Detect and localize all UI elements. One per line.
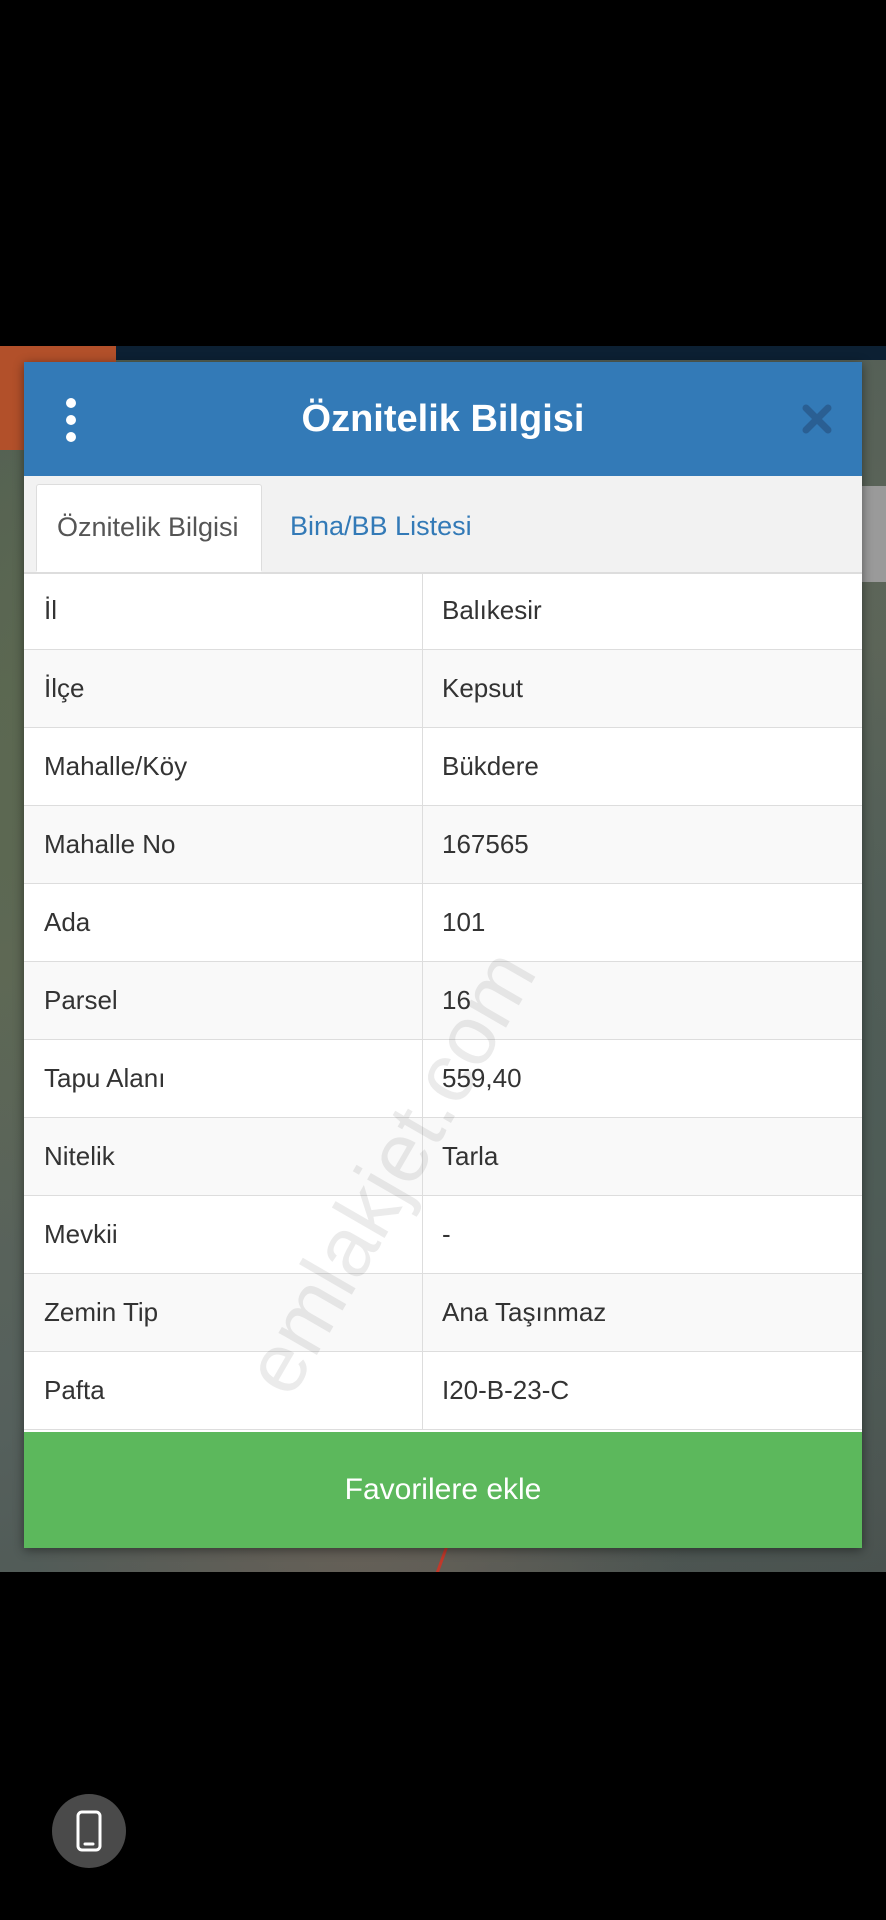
attribute-value: 167565 xyxy=(442,829,529,859)
column-divider xyxy=(422,1274,423,1352)
close-icon[interactable] xyxy=(800,402,834,436)
tab-bar: Öznitelik Bilgisi Bina/BB Listesi xyxy=(24,476,862,574)
attribute-key: Pafta xyxy=(44,1375,105,1405)
attribute-info-dialog: Öznitelik Bilgisi Öznitelik Bilgisi Bina… xyxy=(24,362,862,1548)
table-row: Mahalle No 167565 xyxy=(24,806,862,884)
column-divider xyxy=(422,1196,423,1274)
table-row: Ada 101 xyxy=(24,884,862,962)
table-row: İl Balıkesir xyxy=(24,572,862,650)
map-toolbar xyxy=(0,346,886,360)
table-row: Nitelik Tarla xyxy=(24,1118,862,1196)
attribute-value: 101 xyxy=(442,907,486,937)
attribute-value: - xyxy=(442,1219,451,1249)
column-divider xyxy=(422,572,423,650)
column-divider xyxy=(422,962,423,1040)
add-to-favorites-button[interactable]: Favorilere ekle xyxy=(24,1432,862,1548)
table-row: Parsel 16 xyxy=(24,962,862,1040)
attribute-key: Tapu Alanı xyxy=(44,1063,166,1093)
attribute-value: 16 xyxy=(442,985,471,1015)
attribute-value: Balıkesir xyxy=(442,595,542,625)
attribute-key: Zemin Tip xyxy=(44,1297,159,1327)
map-side-control[interactable] xyxy=(862,486,886,582)
column-divider xyxy=(422,650,423,728)
column-divider xyxy=(422,1040,423,1118)
table-row: Tapu Alanı 559,40 xyxy=(24,1040,862,1118)
attribute-key: İlçe xyxy=(44,673,85,703)
column-divider xyxy=(422,1352,423,1430)
column-divider xyxy=(422,806,423,884)
attribute-key: Nitelik xyxy=(44,1141,115,1171)
table-row: Zemin Tip Ana Taşınmaz xyxy=(24,1274,862,1352)
dialog-header: Öznitelik Bilgisi xyxy=(24,362,862,476)
attribute-value: I20-B-23-C xyxy=(442,1375,570,1405)
table-row: Mevkii - xyxy=(24,1196,862,1274)
table-row: Pafta I20-B-23-C xyxy=(24,1352,862,1430)
attribute-value: Bükdere xyxy=(442,751,539,781)
phone-icon[interactable] xyxy=(52,1794,126,1868)
column-divider xyxy=(422,884,423,962)
tab-building-list[interactable]: Bina/BB Listesi xyxy=(270,484,492,572)
attribute-key: Mahalle No xyxy=(44,829,176,859)
attribute-value: 559,40 xyxy=(442,1063,522,1093)
attribute-key: Ada xyxy=(44,907,91,937)
column-divider xyxy=(422,1118,423,1196)
dialog-title: Öznitelik Bilgisi xyxy=(301,398,585,440)
attribute-key: Mahalle/Köy xyxy=(44,751,188,781)
tab-attribute-info[interactable]: Öznitelik Bilgisi xyxy=(36,484,262,572)
attribute-value: Ana Taşınmaz xyxy=(442,1297,607,1327)
attribute-value: Kepsut xyxy=(442,673,523,703)
attribute-key: Parsel xyxy=(44,985,118,1015)
attribute-table: İl Balıkesir İlçe Kepsut Mahalle/Köy Bük… xyxy=(24,572,862,1430)
attribute-key: Mevkii xyxy=(44,1219,118,1249)
attribute-key: İl xyxy=(44,595,57,625)
parcel-boundary-line xyxy=(434,1546,449,1572)
column-divider xyxy=(422,728,423,806)
attribute-value: Tarla xyxy=(442,1141,499,1171)
table-row: İlçe Kepsut xyxy=(24,650,862,728)
table-row: Mahalle/Köy Bükdere xyxy=(24,728,862,806)
